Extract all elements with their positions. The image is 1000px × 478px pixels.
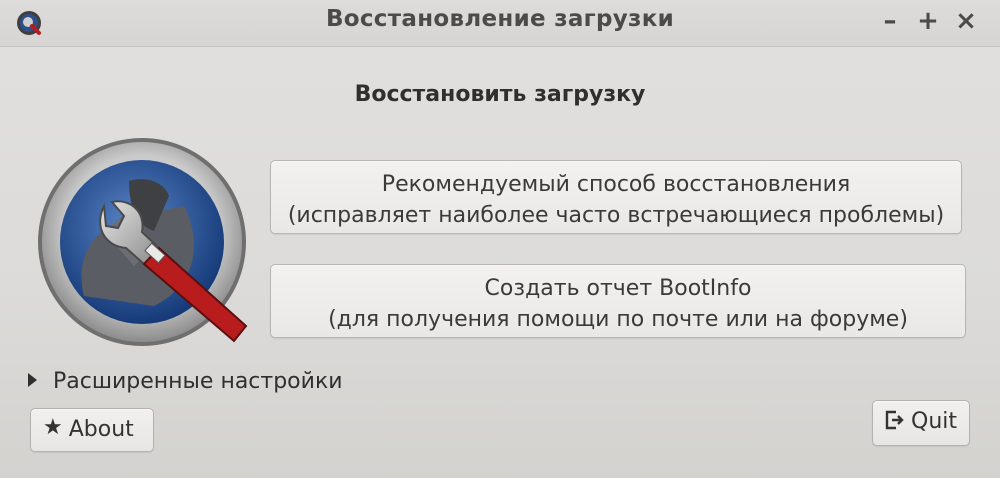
- expander-arrow-icon: [28, 373, 37, 387]
- exit-icon: [885, 410, 904, 430]
- bootinfo-subtitle: (для получения помощи по почте или на фо…: [328, 307, 908, 332]
- bootinfo-title: Создать отчет BootInfo: [484, 276, 752, 301]
- about-button[interactable]: ★ About: [30, 408, 154, 452]
- minimize-button[interactable]: –: [876, 6, 904, 36]
- wrench-repair-logo: [38, 138, 248, 346]
- recommended-repair-title: Рекомендуемый способ восстановления: [381, 172, 851, 197]
- star-icon: ★: [43, 415, 63, 440]
- advanced-options-label: Расширенные настройки: [53, 369, 343, 394]
- boot-repair-window: Восстановление загрузки – + × Восстанови…: [0, 0, 1000, 478]
- bootinfo-report-button[interactable]: Создать отчет BootInfo (для получения по…: [270, 264, 966, 338]
- window-title: Восстановление загрузки: [325, 6, 675, 32]
- advanced-options-expander[interactable]: Расширенные настройки: [28, 366, 343, 398]
- quit-label: Quit: [911, 409, 957, 434]
- close-button[interactable]: ×: [952, 6, 980, 36]
- about-label: About: [68, 417, 134, 442]
- quit-button[interactable]: Quit: [872, 400, 970, 446]
- maximize-button[interactable]: +: [914, 6, 942, 36]
- title-bar[interactable]: Восстановление загрузки – + ×: [0, 0, 1000, 47]
- page-heading: Восстановить загрузку: [354, 82, 646, 107]
- recommended-repair-subtitle: (исправляет наиболее часто встречающиеся…: [287, 203, 945, 228]
- recommended-repair-button[interactable]: Рекомендуемый способ восстановления (исп…: [270, 160, 962, 234]
